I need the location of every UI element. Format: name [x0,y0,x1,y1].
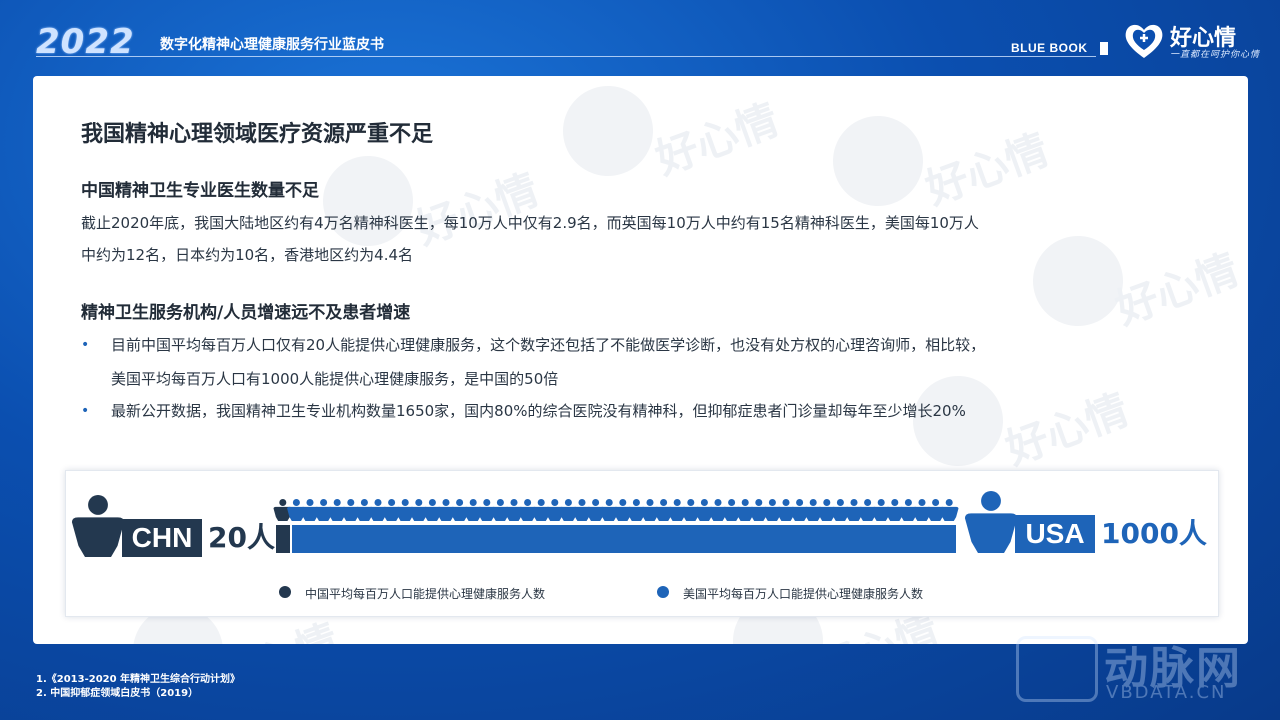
watermark-heart-icon [550,76,666,189]
watermark-text: 好心情 [649,94,785,184]
section1-heading: 中国精神卫生专业医生数量不足 [81,181,319,201]
chn-person-icon [71,495,125,557]
watermark-text: 好心情 [919,124,1055,214]
header-divider [36,56,1096,57]
vbdata-watermark-logo: 动脉网 VBDATA.CN [1016,632,1266,712]
bullet1-line2: 美国平均每百万人口有1000人能提供心理健康服务，是中国的50倍 [111,370,559,388]
blue-book-label: BLUE BOOK [1011,41,1088,55]
page-title: 我国精神心理领域医疗资源严重不足 [81,122,434,147]
section1-text-line2: 中约为12名，日本约为10名，香港地区约为4.4名 [81,246,414,264]
usa-bar [292,525,956,553]
bullet-dot: • [81,337,90,353]
brand-logo: 好心情 一直都在呵护你心情 [1122,20,1268,62]
logo-slogan: 一直都在呵护你心情 [1170,50,1261,60]
report-subtitle: 数字化精神心理健康服务行业蓝皮书 [160,37,384,53]
bullet1-line1: 目前中国平均每百万人口仅有20人能提供心理健康服务，这个数字还包括了不能做医学诊… [111,336,986,354]
bullet-dot: • [81,403,90,419]
vbdata-logo-icon [1016,636,1098,702]
chn-category-label: CHN [122,519,202,557]
legend-label-chn: 中国平均每百万人口能提供心理健康服务人数 [305,587,546,601]
usa-person-icon [964,491,1018,553]
chn-bar [276,525,290,553]
legend-label-usa: 美国平均每百万人口能提供心理健康服务人数 [683,587,924,601]
usa-value-label: 1000人 [1101,517,1207,550]
bullet2-text: 最新公开数据，我国精神卫生专业机构数量1650家，国内80%的综合医院没有精神科… [111,402,966,420]
vbdata-brand-sub: VBDATA.CN [1106,682,1227,703]
footnote-2: 2. 中国抑郁症领域白皮书（2019） [36,688,199,699]
section2-heading: 精神卫生服务机构/人员增速远不及患者增速 [81,303,411,323]
comparison-chart: CHN 20人 USA 1000人 中国平均每百万人口能提供心理健康服务人数 美… [65,470,1219,617]
chn-value-label: 20人 [208,521,275,554]
usa-pictogram-person [939,499,959,521]
watermark-heart-icon [820,103,936,219]
blue-book-marker [1100,42,1108,55]
heart-logo-icon [1125,24,1163,58]
usa-category-label: USA [1015,515,1095,553]
footnote-1: 1.《2013-2020 年精神卫生综合行动计划》 [36,674,241,685]
legend-dot-usa [657,586,669,598]
legend-dot-chn [279,586,291,598]
content-card: 好心情 好心情 好心情 好心情 好心情 好心情 好心情 我国精神心理领域医疗资源… [33,76,1248,644]
section1-text-line1: 截止2020年底，我国大陆地区约有4万名精神科医生，每10万人中仅有2.9名，而… [81,214,979,232]
